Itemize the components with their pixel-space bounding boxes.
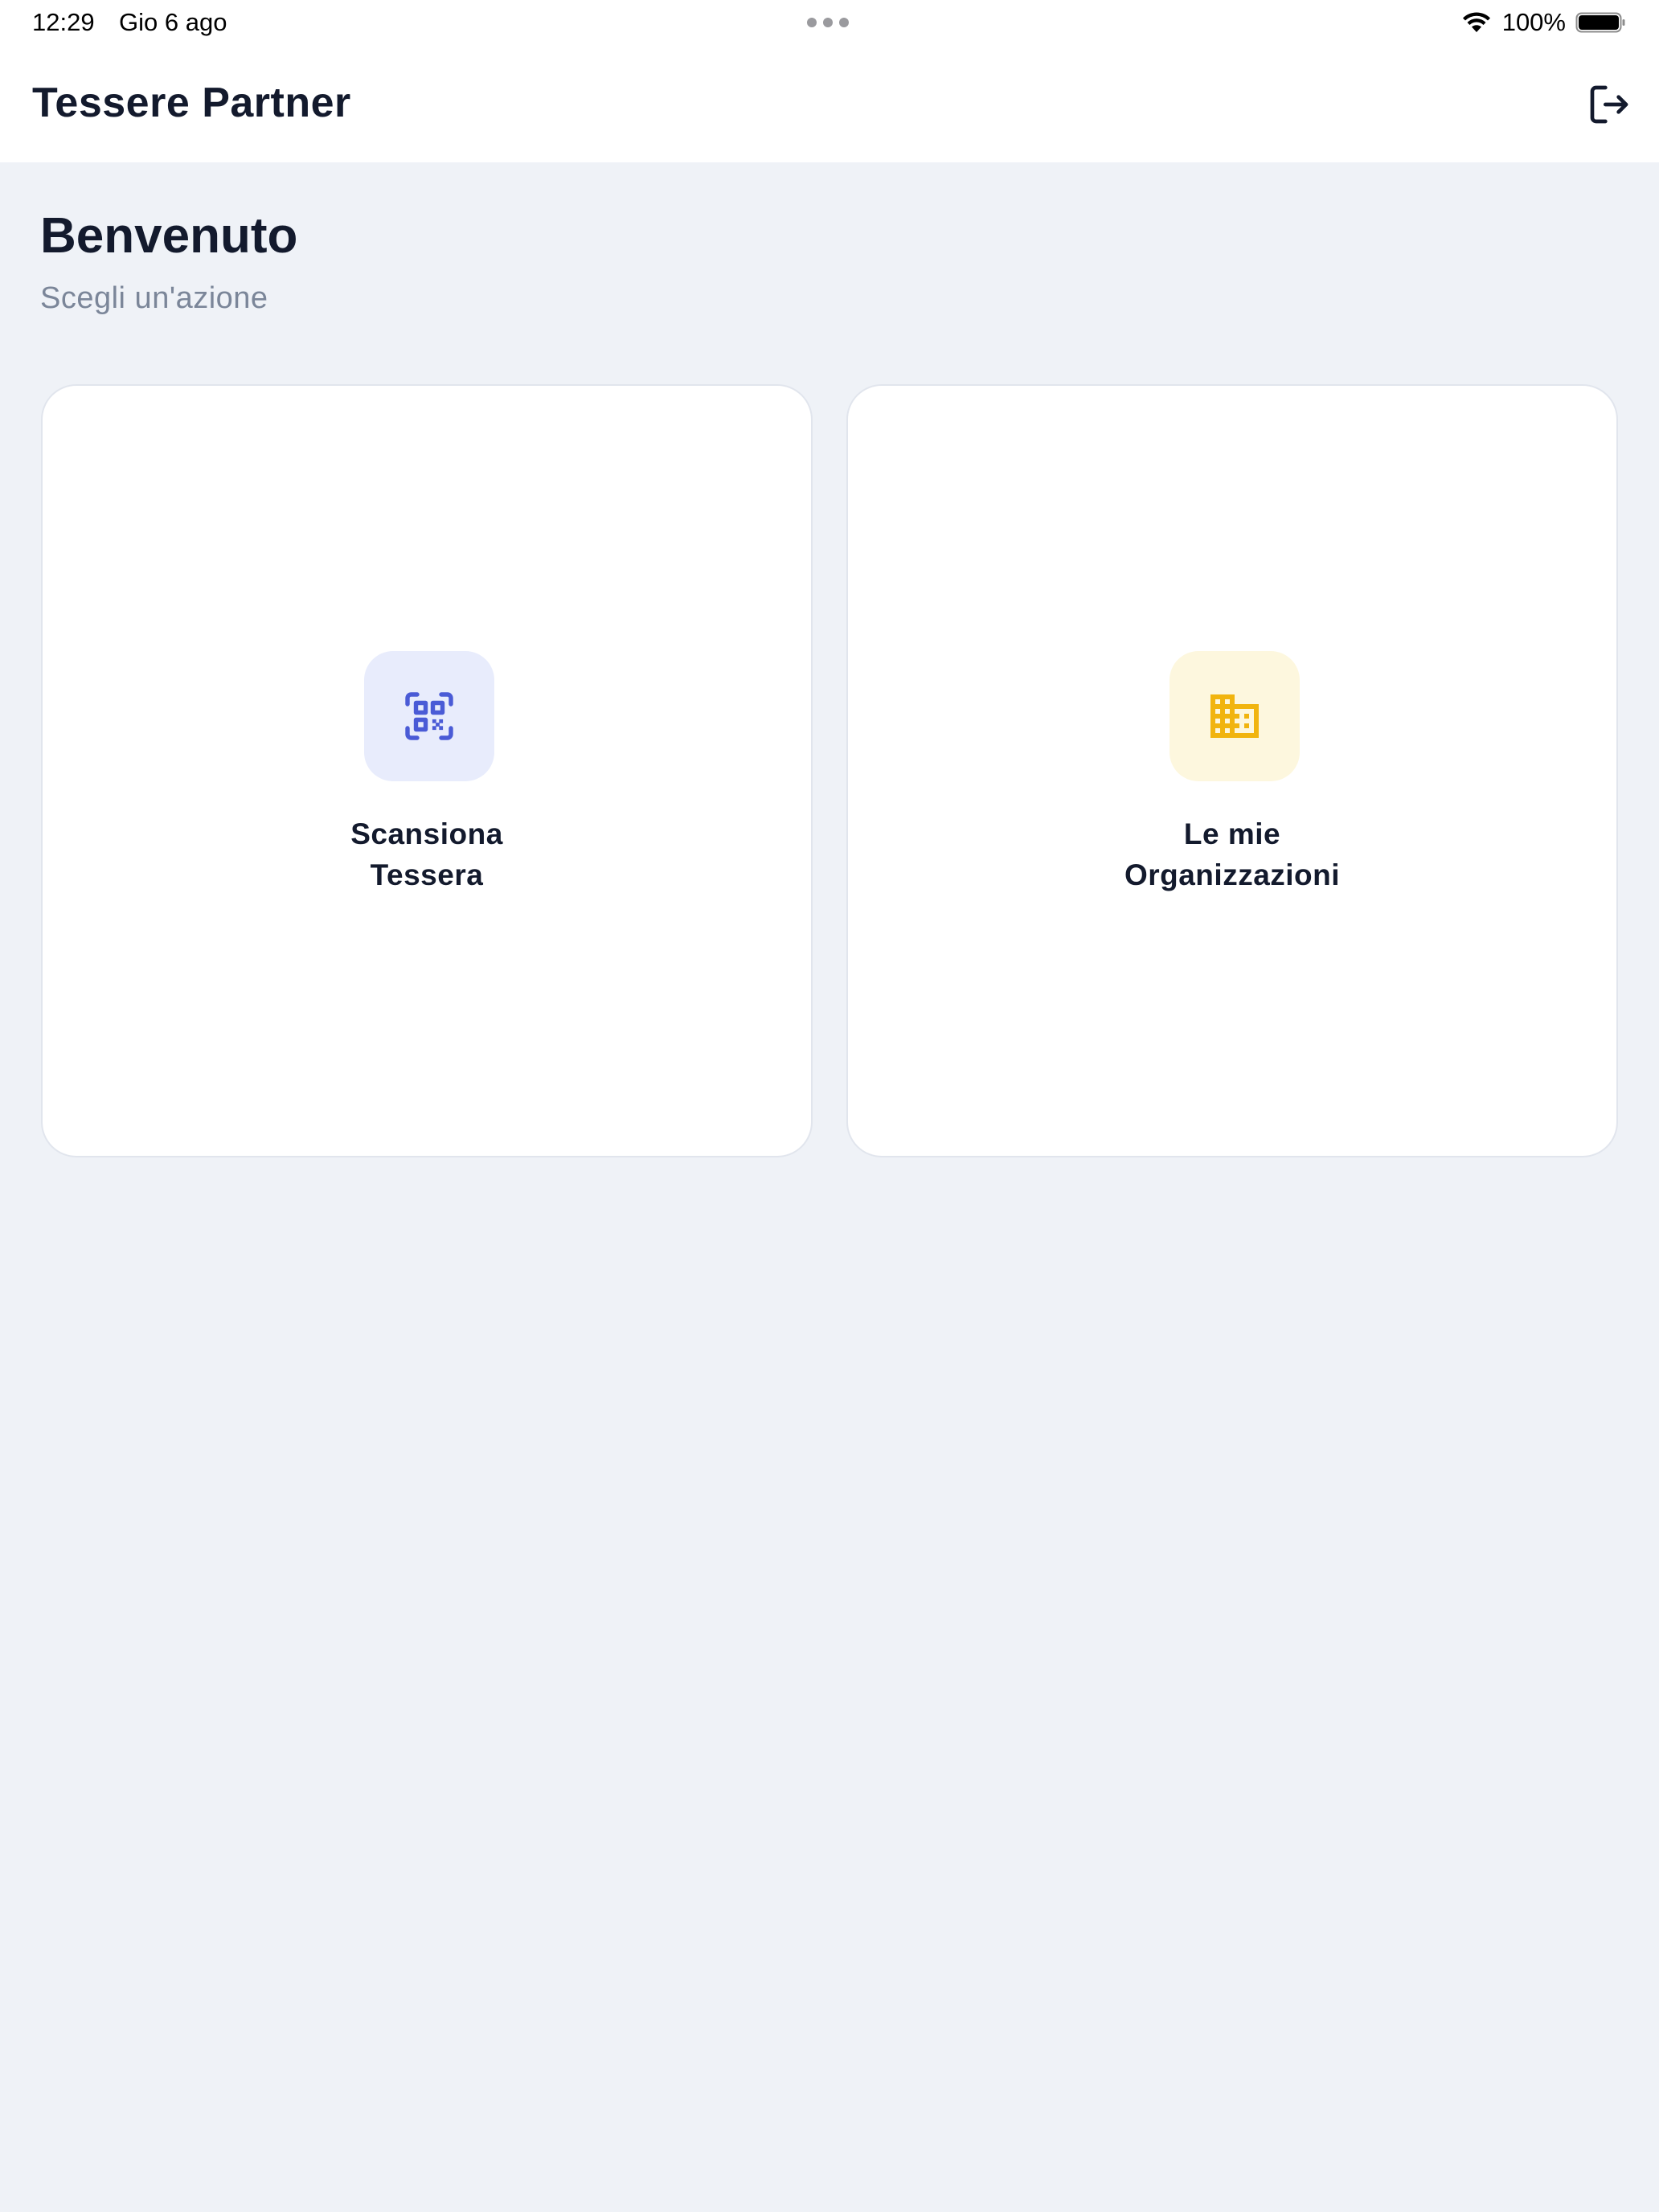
app-title: Tessere Partner: [32, 80, 351, 126]
status-time: 12:29: [32, 8, 95, 36]
battery-icon: [1575, 12, 1625, 33]
organizations-card-button[interactable]: Le mie Organizzazioni: [846, 384, 1618, 1157]
page-subtitle: Scegli un'azione: [40, 281, 268, 315]
app-page: 12:29 Gio 6 ago 100% Tessere Partner Ben…: [0, 0, 1659, 2212]
wifi-icon: [1462, 12, 1490, 32]
scan-card-button[interactable]: Scansiona Tessera: [41, 384, 813, 1157]
building-icon: [1210, 694, 1259, 738]
logout-icon: [1590, 85, 1628, 124]
status-indicators: 100%: [1460, 8, 1627, 37]
status-date: Gio 6 ago: [119, 8, 227, 36]
scan-card-label-line1: Scansiona: [350, 817, 503, 850]
page-title: Benvenuto: [40, 208, 298, 264]
qr-code-scan-icon: [405, 692, 453, 740]
scan-icon-container: [364, 651, 494, 781]
organizations-icon-container: [1169, 651, 1300, 781]
organizations-card-label: Le mie Organizzazioni: [848, 813, 1616, 895]
status-bar: 12:29 Gio 6 ago 100%: [0, 0, 1659, 50]
battery-percentage: 100%: [1501, 8, 1566, 36]
organizations-card-label-line1: Le mie: [1183, 817, 1281, 850]
multitasking-dots-icon[interactable]: [807, 18, 849, 27]
organizations-card-label-line2: Organizzazioni: [1124, 858, 1341, 891]
app-header: Tessere Partner: [0, 50, 1659, 162]
scan-card-label-line2: Tessera: [370, 858, 484, 891]
scan-card-label: Scansiona Tessera: [43, 813, 811, 895]
logout-button[interactable]: [1583, 79, 1635, 130]
